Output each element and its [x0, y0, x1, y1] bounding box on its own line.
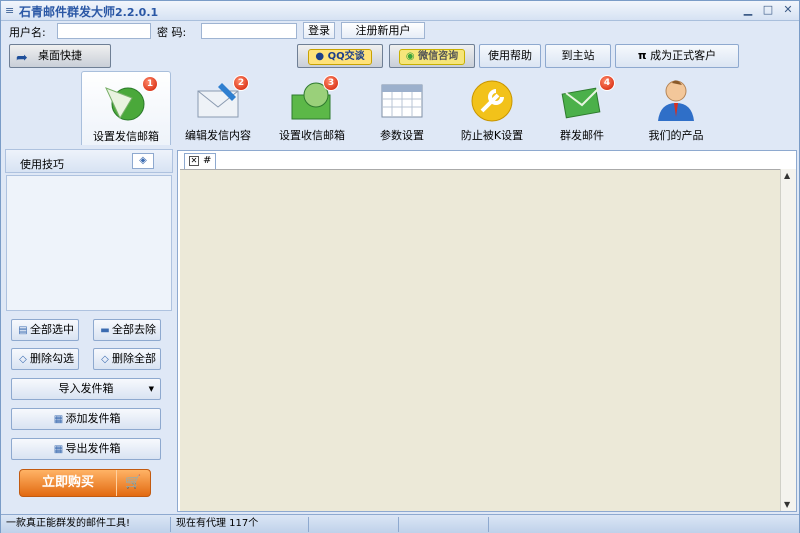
minimize-icon[interactable]: ▁ — [739, 2, 757, 19]
tab-label: 设置发信邮箱 — [93, 130, 159, 143]
help-button[interactable]: 使用帮助 — [479, 44, 541, 68]
login-button[interactable]: 登录 — [303, 22, 335, 39]
window-title: 石青邮件群发大师2.2.0.1 — [19, 5, 159, 19]
status-proxy: 现在有代理 117个 — [173, 517, 309, 532]
person-icon — [658, 80, 694, 121]
tab-badge: 4 — [599, 75, 615, 91]
qq-penguin-icon: ● — [315, 51, 325, 62]
title-bar[interactable]: ≡ 石青邮件群发大师2.2.0.1 ▁ □ ✕ — [1, 1, 799, 21]
home-site-button[interactable]: 到主站 — [545, 44, 611, 68]
select-all-icon: ▤ — [18, 325, 28, 336]
tab-badge: 2 — [233, 75, 249, 91]
wechat-consult-button[interactable]: ◉ 微信咨询 — [389, 44, 475, 68]
tab-our-products[interactable]: 我们的产品 — [631, 71, 721, 145]
dropdown-arrow-icon: ▼ — [148, 385, 154, 393]
tab-label: 编辑发信内容 — [185, 129, 251, 142]
buy-now-label: 立即购买 — [42, 475, 95, 490]
pi-icon: π — [637, 49, 647, 62]
content-area[interactable] — [180, 169, 780, 511]
delete-checked-button[interactable]: ◇ 删除勾选 — [11, 348, 79, 370]
tab-label: 防止被K设置 — [460, 129, 524, 142]
wechat-consult-label: ◉ 微信咨询 — [398, 49, 466, 65]
tab-recipient-mailbox[interactable]: 3 设置收信邮箱 — [267, 71, 357, 145]
close-tab-icon[interactable]: ✕ — [189, 156, 199, 166]
register-button[interactable]: 注册新用户 — [341, 22, 425, 39]
status-bar: 一款真正能群发的邮件工具! 现在有代理 117个 — [1, 514, 799, 533]
tab-edit-content[interactable]: 2 编辑发信内容 — [173, 71, 263, 145]
tab-label: 参数设置 — [380, 129, 424, 142]
username-input[interactable] — [57, 23, 151, 39]
username-label: 用户名: — [9, 26, 46, 39]
tab-bulk-send[interactable]: 4 群发邮件 — [537, 71, 627, 145]
wechat-icon: ◉ — [405, 51, 415, 62]
eraser-icon: ◇ — [101, 354, 109, 365]
delete-all-button[interactable]: ◇ 删除全部 — [93, 348, 161, 370]
cart-icon: 🛒 — [116, 470, 150, 496]
tab-sender-mailbox[interactable]: 1 设置发信邮箱 — [81, 71, 171, 145]
eraser-icon: ◇ — [19, 354, 27, 365]
tips-header: 使用技巧 ◈ — [5, 149, 173, 173]
calendar-grid-icon — [381, 84, 423, 118]
status-slogan: 一款真正能群发的邮件工具! — [3, 517, 171, 532]
document-tab-label: # — [203, 155, 212, 166]
tab-parameters[interactable]: 参数设置 — [357, 71, 447, 145]
import-sender-label: 导入发件箱 — [58, 382, 114, 395]
tips-content — [6, 175, 172, 311]
buy-now-button[interactable]: 立即购买 🛒 — [19, 469, 151, 497]
app-window: ≡ 石青邮件群发大师2.2.0.1 ▁ □ ✕ 用户名: 密 码: 登录 注册新… — [0, 0, 800, 533]
content-panel: ✕ # ▲ ▼ — [177, 150, 797, 512]
maximize-icon[interactable]: □ — [759, 2, 777, 19]
desktop-shortcut-button[interactable]: ➦ 桌面快捷 — [9, 44, 111, 68]
app-menu-icon[interactable]: ≡ — [5, 4, 14, 17]
import-sender-button[interactable]: 导入发件箱 ▼ — [11, 378, 161, 400]
left-panel: 使用技巧 ◈ ▤ 全部选中 ▬ 全部去除 ◇ 删除勾选 ◇ 删除全部 导入发件箱 ▼ ▦… — [5, 149, 173, 511]
status-cell — [311, 517, 399, 532]
tab-label: 我们的产品 — [648, 129, 704, 142]
export-sender-button[interactable]: ▦ 导出发件箱 — [11, 438, 161, 460]
status-cell — [401, 517, 489, 532]
tab-label: 设置收信邮箱 — [279, 129, 345, 142]
remove-all-icon: ▬ — [100, 325, 110, 336]
main-tabs: 1 设置发信邮箱 2 编辑发信内容 3 设置收信邮箱 参数设置 防止被K设置 4… — [1, 69, 799, 147]
collapse-icon[interactable]: ◈ — [132, 153, 154, 169]
tab-anti-block[interactable]: 防止被K设置 — [447, 71, 537, 145]
tab-label: 群发邮件 — [560, 129, 604, 142]
wrench-icon — [471, 80, 513, 122]
tab-badge: 3 — [323, 75, 339, 91]
tab-badge: 1 — [142, 76, 158, 92]
password-label: 密 码: — [157, 26, 187, 39]
select-all-button[interactable]: ▤ 全部选中 — [11, 319, 79, 341]
shortcut-arrow-icon: ➦ — [16, 50, 28, 66]
close-icon[interactable]: ✕ — [779, 2, 797, 19]
scroll-up-icon[interactable]: ▲ — [784, 171, 790, 180]
vertical-scrollbar[interactable]: ▲ ▼ — [780, 169, 796, 511]
qq-chat-label: ● QQ交谈 — [308, 49, 372, 65]
remove-all-button[interactable]: ▬ 全部去除 — [93, 319, 161, 341]
become-customer-label: 成为正式客户 — [650, 49, 717, 62]
qq-chat-button[interactable]: ● QQ交谈 — [297, 44, 383, 68]
tips-title: 使用技巧 — [20, 158, 64, 171]
document-tab[interactable]: ✕ # — [184, 153, 216, 169]
add-sender-button[interactable]: ▦ 添加发件箱 — [11, 408, 161, 430]
password-input[interactable] — [201, 23, 297, 39]
login-bar: 用户名: 密 码: 登录 注册新用户 — [1, 21, 799, 41]
become-customer-button[interactable]: π 成为正式客户 — [615, 44, 739, 68]
add-icon: ▦ — [53, 414, 64, 425]
desktop-shortcut-label: 桌面快捷 — [38, 49, 82, 62]
scroll-down-icon[interactable]: ▼ — [784, 500, 790, 509]
export-icon: ▦ — [53, 444, 64, 455]
